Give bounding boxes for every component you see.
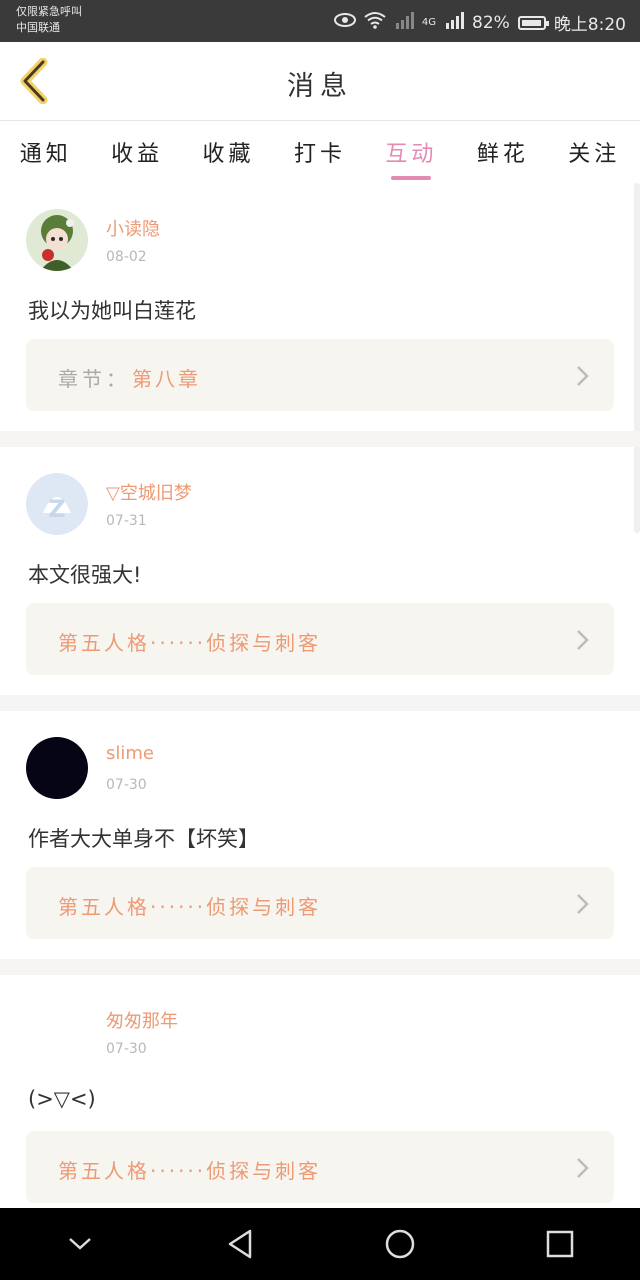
battery-icon (517, 15, 549, 30)
message-date: 07-31 (106, 513, 147, 529)
chevron-right-icon (577, 630, 589, 650)
comment-text: 我以为她叫白莲花 (28, 299, 196, 323)
svg-text:Z: Z (48, 495, 65, 523)
divider (0, 431, 640, 447)
tab-earnings[interactable]: 收益 (109, 130, 165, 174)
chapter-link[interactable]: 第五人格······侦探与刺客 (26, 603, 614, 675)
chapter-title: 第五人格······侦探与刺客 (58, 1159, 322, 1183)
clock: 晚上8:20 (553, 15, 626, 35)
page-title: 消息 (287, 71, 353, 102)
message-date: 07-30 (106, 1041, 147, 1057)
chapter-label: 章节： (58, 367, 130, 391)
chapter-title: 第五人格······侦探与刺客 (58, 631, 322, 655)
username[interactable]: slime (106, 743, 154, 764)
message-card: 匆匆那年 07-30 (>▽<) 第五人格······侦探与刺客 (0, 975, 634, 1207)
tab-interaction[interactable]: 互动 (383, 130, 439, 180)
circle-home-icon (385, 1229, 415, 1259)
navigation-bar (0, 1208, 640, 1280)
comment-text: 本文很强大! (28, 563, 142, 587)
message-card: Z ▽空城旧梦 07-31 本文很强大! 第五人格······侦探与刺客 (0, 447, 634, 695)
hide-keyboard-button[interactable] (50, 1214, 110, 1274)
status-icons: 4G 82% 晚上8:20 (333, 10, 626, 35)
message-card: slime 07-30 作者大大单身不【坏笑】 第五人格······侦探与刺客 (0, 711, 634, 959)
avatar[interactable]: Z (26, 473, 88, 535)
eye-icon (333, 12, 356, 33)
network-type: 4G (421, 17, 437, 28)
chapter-link[interactable]: 第五人格······侦探与刺客 (26, 867, 614, 939)
scrollbar[interactable] (634, 183, 640, 533)
username[interactable]: 匆匆那年 (106, 1007, 178, 1033)
tab-following[interactable]: 关注 (566, 130, 622, 174)
tab-checkin[interactable]: 打卡 (292, 130, 348, 174)
message-date: 08-02 (106, 249, 147, 265)
header: 消息 (0, 42, 640, 121)
signal-icon (444, 11, 465, 34)
battery-percent: 82% (472, 12, 510, 33)
home-button[interactable] (370, 1214, 430, 1274)
chapter-title: 第五人格······侦探与刺客 (58, 895, 322, 919)
wifi-icon (364, 11, 386, 34)
carrier-info: 仅限紧急呼叫 中国联通 (16, 4, 82, 36)
divider (0, 695, 640, 711)
tab-favorites[interactable]: 收藏 (201, 130, 257, 174)
chevron-right-icon (577, 1158, 589, 1178)
avatar[interactable] (26, 737, 88, 799)
recents-button[interactable] (530, 1214, 590, 1274)
message-card: 小读隐 08-02 我以为她叫白莲花 章节： 第八章 (0, 183, 634, 431)
square-recents-icon (546, 1230, 574, 1258)
username[interactable]: 小读隐 (106, 215, 160, 241)
comment-text: 作者大大单身不【坏笑】 (28, 827, 259, 851)
comment-text: (>▽<) (28, 1087, 96, 1111)
username[interactable]: ▽空城旧梦 (106, 479, 192, 505)
chevron-right-icon (577, 894, 589, 914)
avatar[interactable] (26, 209, 88, 271)
status-bar: 仅限紧急呼叫 中国联通 4G 82% 晚上8:20 (0, 0, 640, 42)
triangle-back-icon (228, 1229, 252, 1259)
tab-bar: 通知 收益 收藏 打卡 互动 鲜花 关注 (0, 121, 640, 183)
message-list[interactable]: 小读隐 08-02 我以为她叫白莲花 章节： 第八章 Z ▽空城旧梦 07-31… (0, 183, 640, 1207)
divider (0, 959, 640, 975)
chevron-right-icon (577, 366, 589, 386)
chapter-title: 第八章 (132, 367, 201, 391)
message-date: 07-30 (106, 777, 147, 793)
tab-flowers[interactable]: 鲜花 (475, 130, 531, 174)
carrier-line2: 中国联通 (16, 21, 60, 34)
signal-x-icon (394, 11, 414, 34)
avatar[interactable] (26, 1001, 88, 1063)
chevron-down-icon (69, 1238, 91, 1250)
back-nav-button[interactable] (210, 1214, 270, 1274)
chapter-link[interactable]: 第五人格······侦探与刺客 (26, 1131, 614, 1203)
carrier-line1: 仅限紧急呼叫 (16, 5, 82, 18)
chapter-link[interactable]: 章节： 第八章 (26, 339, 614, 411)
tab-notifications[interactable]: 通知 (18, 130, 74, 174)
